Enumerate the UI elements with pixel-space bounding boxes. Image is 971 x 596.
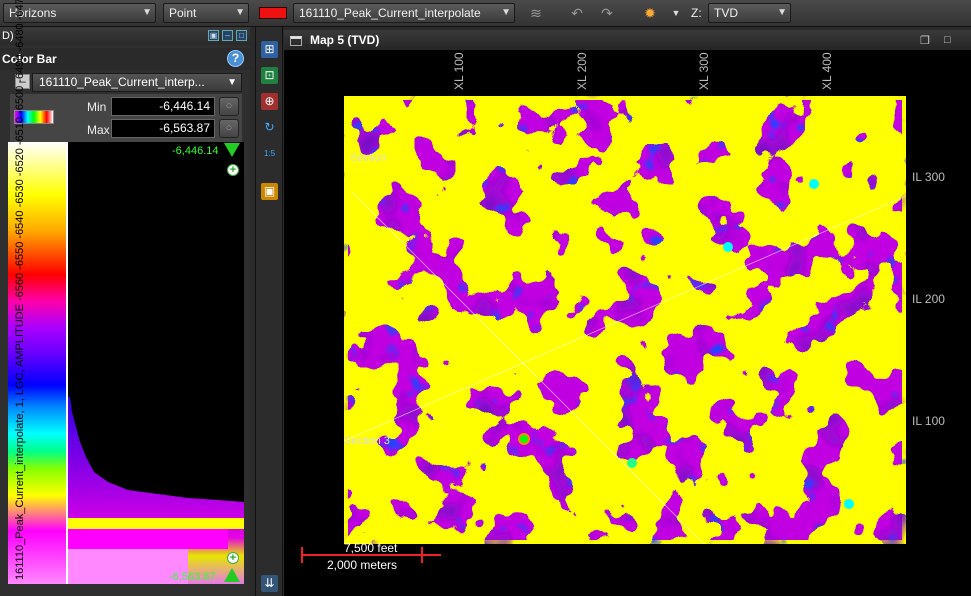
color-bar-axis-label: 161110_Peak_Current_interpolate, 1, LGC,… <box>14 0 26 580</box>
attribute-dropdown[interactable]: 161110_Peak_Current_interp... ▼ <box>32 73 242 92</box>
zoom-box-icon[interactable]: ⊞ <box>261 41 278 58</box>
il-label: IL 100 <box>912 414 945 428</box>
scale-feet-label: 7,500 feet <box>344 541 398 555</box>
maximize-icon[interactable]: □ <box>236 30 247 41</box>
max-reset-icon[interactable]: ○ <box>219 119 239 138</box>
minimize-icon[interactable]: – <box>222 30 233 41</box>
scale-bar-tick <box>421 547 423 563</box>
panel-header-text: D) <box>2 30 14 42</box>
chevron-down-icon: ▼ <box>501 7 511 18</box>
scale-bar-tick <box>301 547 303 563</box>
amplitude-map[interactable] <box>344 96 906 544</box>
map-window-icon <box>290 36 302 46</box>
chevron-down-icon[interactable]: ▼ <box>667 4 685 22</box>
maximize-icon[interactable]: □ <box>944 34 951 46</box>
amplitude-histogram <box>68 142 244 584</box>
scale-icon[interactable]: 1:5 <box>261 145 278 162</box>
surface-dropdown[interactable]: 161110_Peak_Current_interpolate ▼ <box>293 3 515 23</box>
point-dropdown[interactable]: Point ▼ <box>163 3 249 23</box>
xl-label: XL 300 <box>697 52 711 90</box>
xl-label: XL 400 <box>820 52 834 90</box>
color-bar-header: Color Bar ? <box>0 48 250 70</box>
restore-icon[interactable]: ▣ <box>208 30 219 41</box>
attribute-dropdown-label: 161110_Peak_Current_interp... <box>39 75 205 89</box>
redo-icon[interactable]: ↷ <box>598 4 616 22</box>
zoom-icon[interactable]: ⊕ <box>261 93 278 110</box>
refresh-icon[interactable]: ↻ <box>261 119 278 136</box>
z-domain-dropdown-label: TVD <box>714 6 738 20</box>
section-label: Section 3 <box>344 435 390 447</box>
max-value-field[interactable]: -6,563.87 <box>111 119 215 138</box>
min-reset-icon[interactable]: ○ <box>219 97 239 116</box>
z-domain-dropdown[interactable]: TVD ▼ <box>708 3 791 23</box>
top-range-label: -6,446.14 <box>172 145 219 157</box>
chevron-down-icon: ▼ <box>235 7 245 18</box>
bottom-range-label: -6,563.87 <box>169 571 216 583</box>
scroll-down-icon[interactable]: ⇊ <box>261 575 278 592</box>
restore-icon[interactable]: ❐ <box>920 34 930 47</box>
xl-label: XL 200 <box>575 52 589 90</box>
section-label: Section <box>350 152 387 164</box>
add-top-icon[interactable]: + <box>227 164 239 176</box>
chevron-down-icon: ▼ <box>777 7 787 18</box>
top-slider-handle[interactable] <box>224 143 240 157</box>
il-label: IL 200 <box>912 292 945 306</box>
color-bar-title: Color Bar <box>2 52 57 66</box>
add-bottom-icon[interactable]: + <box>227 552 239 564</box>
il-label: IL 300 <box>912 170 945 184</box>
scale-bar <box>301 554 441 556</box>
min-value-field[interactable]: -6,446.14 <box>111 97 215 116</box>
zoom-fit-icon[interactable]: ⊡ <box>261 67 278 84</box>
chevron-down-icon: ▼ <box>142 7 152 18</box>
help-icon[interactable]: ? <box>227 50 244 67</box>
undo-icon[interactable]: ↶ <box>568 4 586 22</box>
sun-icon[interactable]: ✹ <box>641 4 659 22</box>
point-dropdown-label: Point <box>169 6 197 20</box>
color-swatch-button[interactable] <box>259 7 287 19</box>
map-title: Map 5 (TVD) <box>284 30 971 50</box>
export-icon[interactable]: ▣ <box>261 183 278 200</box>
scale-meters-label: 2,000 meters <box>327 558 398 572</box>
map-title-text: Map 5 (TVD) <box>310 33 380 47</box>
layers-icon[interactable]: ≋ <box>527 4 545 22</box>
panel-header: D) ▣ – □ <box>0 27 250 45</box>
min-label: Min <box>87 100 107 114</box>
max-label: Max <box>87 123 110 137</box>
surface-dropdown-label: 161110_Peak_Current_interpolate <box>299 6 481 20</box>
main-toolbar: Horizons ▼ Point ▼ 161110_Peak_Current_i… <box>0 0 971 27</box>
z-label: Z: <box>691 6 702 20</box>
vertical-toolbar: ⊞ ⊡ ⊕ ↻ 1:5 ▣ ⇊ <box>255 27 283 596</box>
map-window: Map 5 (TVD) ❐ □ XL 100 XL 200 XL 300 XL … <box>284 30 971 596</box>
chevron-down-icon: ▼ <box>227 77 237 88</box>
xl-label: XL 100 <box>452 52 466 90</box>
bottom-slider-handle[interactable] <box>224 568 240 582</box>
